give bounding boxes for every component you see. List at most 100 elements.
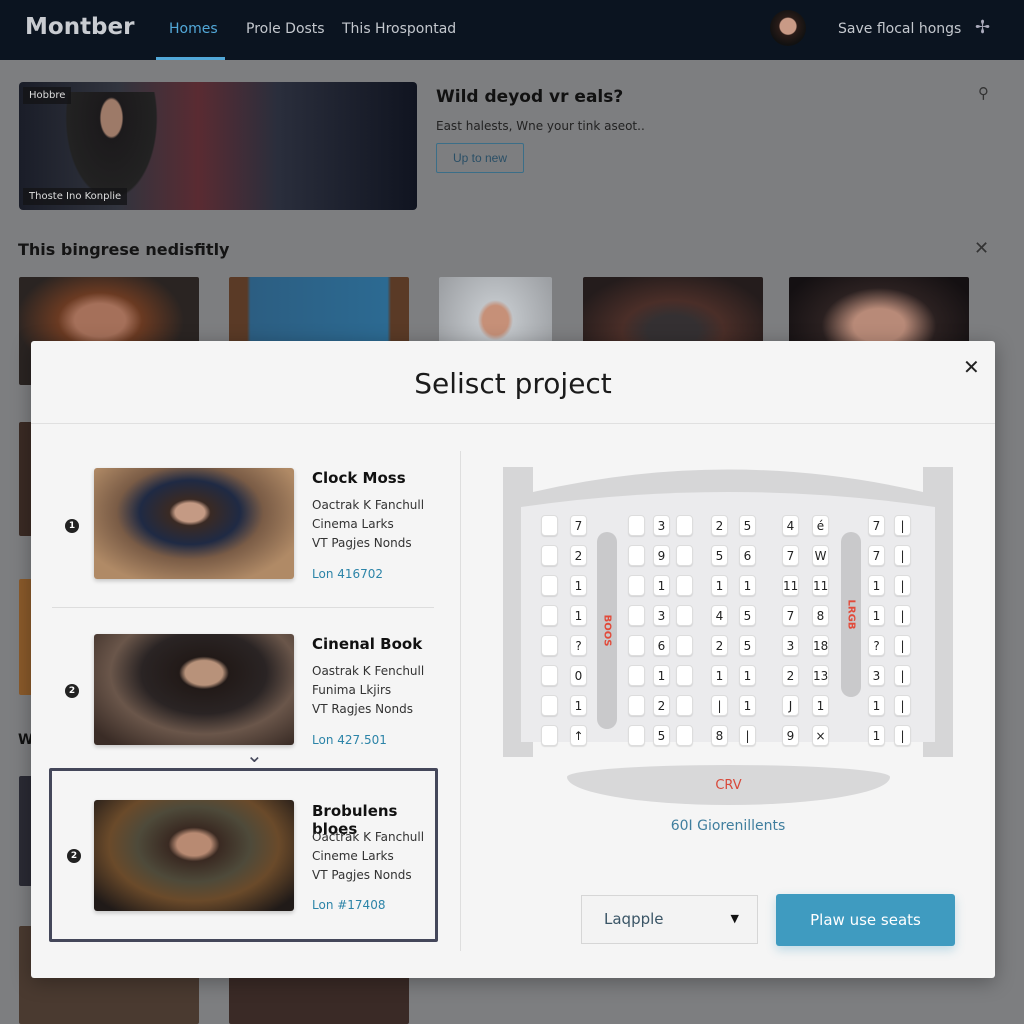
- seat[interactable]: [628, 665, 645, 686]
- seat[interactable]: [676, 695, 693, 716]
- seat[interactable]: 7: [868, 545, 885, 566]
- dropdown-select[interactable]: Laqpple ▼: [581, 895, 758, 944]
- seat[interactable]: [628, 515, 645, 536]
- seat[interactable]: 1: [739, 575, 756, 596]
- seat[interactable]: 3: [653, 605, 670, 626]
- seat[interactable]: 1: [868, 605, 885, 626]
- seat[interactable]: 1: [570, 575, 587, 596]
- seat[interactable]: 8: [711, 725, 728, 746]
- seat[interactable]: 5: [711, 545, 728, 566]
- save-link[interactable]: Save flocal hongs: [838, 21, 961, 37]
- seat[interactable]: |: [711, 695, 728, 716]
- seat[interactable]: 0: [570, 665, 587, 686]
- seat[interactable]: 1: [812, 695, 829, 716]
- seat[interactable]: 7: [868, 515, 885, 536]
- avatar[interactable]: [770, 10, 806, 46]
- seat[interactable]: |: [894, 545, 911, 566]
- seat[interactable]: ?: [570, 635, 587, 656]
- seat[interactable]: 1: [570, 695, 587, 716]
- seat[interactable]: 4: [711, 605, 728, 626]
- seat[interactable]: |: [894, 575, 911, 596]
- seat[interactable]: 9: [653, 545, 670, 566]
- seat[interactable]: [541, 515, 558, 536]
- seat[interactable]: 1: [868, 575, 885, 596]
- seat[interactable]: 2: [653, 695, 670, 716]
- seat[interactable]: [628, 545, 645, 566]
- seat[interactable]: 2: [570, 545, 587, 566]
- seat[interactable]: 13: [812, 665, 829, 686]
- seat[interactable]: 1: [653, 665, 670, 686]
- seat[interactable]: [628, 635, 645, 656]
- seat[interactable]: [541, 605, 558, 626]
- up-to-new-button[interactable]: Up to new: [436, 143, 524, 173]
- seat[interactable]: |: [894, 695, 911, 716]
- seat[interactable]: 5: [739, 605, 756, 626]
- seat[interactable]: 1: [570, 605, 587, 626]
- seat[interactable]: [541, 635, 558, 656]
- seat[interactable]: 7: [570, 515, 587, 536]
- seat[interactable]: [628, 575, 645, 596]
- seat[interactable]: 3: [868, 665, 885, 686]
- seat[interactable]: 6: [653, 635, 670, 656]
- seat[interactable]: J: [782, 695, 799, 716]
- seat[interactable]: |: [894, 725, 911, 746]
- project-item[interactable]: 2 Cinenal Book Oastrak K Fenchull Funima…: [50, 617, 439, 783]
- seat[interactable]: [628, 695, 645, 716]
- seat[interactable]: ↑: [570, 725, 587, 746]
- seat[interactable]: 2: [711, 515, 728, 536]
- seat[interactable]: [676, 575, 693, 596]
- seat[interactable]: [541, 665, 558, 686]
- seat[interactable]: |: [739, 725, 756, 746]
- seat[interactable]: 5: [739, 515, 756, 536]
- seat[interactable]: 6: [739, 545, 756, 566]
- seat[interactable]: 3: [782, 635, 799, 656]
- seat[interactable]: [628, 605, 645, 626]
- project-item[interactable]: 1 Clock Moss Oactrak K Fanchull Cinema L…: [50, 451, 439, 617]
- seat[interactable]: 8: [812, 605, 829, 626]
- seat[interactable]: 4: [782, 515, 799, 536]
- sparkle-icon[interactable]: ✢: [975, 17, 990, 38]
- nav-homes[interactable]: Homes: [169, 21, 218, 37]
- close-icon[interactable]: ✕: [974, 238, 989, 259]
- seat[interactable]: [541, 725, 558, 746]
- seat[interactable]: 1: [711, 665, 728, 686]
- seat[interactable]: 1: [653, 575, 670, 596]
- seat[interactable]: [676, 665, 693, 686]
- seat[interactable]: 2: [711, 635, 728, 656]
- seat[interactable]: é: [812, 515, 829, 536]
- seat[interactable]: |: [894, 665, 911, 686]
- nav-this-hrospontad[interactable]: This Hrospontad: [342, 21, 456, 37]
- pin-icon[interactable]: ⚲: [978, 84, 989, 102]
- seat[interactable]: 2: [782, 665, 799, 686]
- seat[interactable]: 1: [711, 575, 728, 596]
- seat[interactable]: |: [894, 605, 911, 626]
- seat[interactable]: 1: [739, 665, 756, 686]
- seat[interactable]: |: [894, 515, 911, 536]
- seat[interactable]: 11: [812, 575, 829, 596]
- nav-prole-dosts[interactable]: Prole Dosts: [246, 21, 325, 37]
- seat[interactable]: 18: [812, 635, 829, 656]
- seat[interactable]: 5: [739, 635, 756, 656]
- seat[interactable]: ×: [812, 725, 829, 746]
- seat[interactable]: [541, 575, 558, 596]
- project-item-selected[interactable]: 2 Brobulens bloes Oactrak K Fanchull Cin…: [49, 768, 438, 942]
- seat[interactable]: 9: [782, 725, 799, 746]
- seat[interactable]: [676, 635, 693, 656]
- seat[interactable]: 7: [782, 605, 799, 626]
- seat[interactable]: 7: [782, 545, 799, 566]
- hero-image[interactable]: Hobbre Thoste Ino Konplie: [19, 82, 417, 210]
- seat[interactable]: 3: [653, 515, 670, 536]
- seat[interactable]: [541, 545, 558, 566]
- seat[interactable]: [541, 695, 558, 716]
- seat[interactable]: W: [812, 545, 829, 566]
- seat[interactable]: 1: [868, 695, 885, 716]
- seat[interactable]: 5: [653, 725, 670, 746]
- logo[interactable]: Montber: [25, 14, 134, 40]
- place-seats-button[interactable]: Plaw use seats: [776, 894, 955, 946]
- seat[interactable]: [676, 545, 693, 566]
- seat[interactable]: 1: [739, 695, 756, 716]
- seat[interactable]: [676, 605, 693, 626]
- seat[interactable]: |: [894, 635, 911, 656]
- seat[interactable]: [628, 725, 645, 746]
- close-icon[interactable]: ✕: [963, 355, 980, 379]
